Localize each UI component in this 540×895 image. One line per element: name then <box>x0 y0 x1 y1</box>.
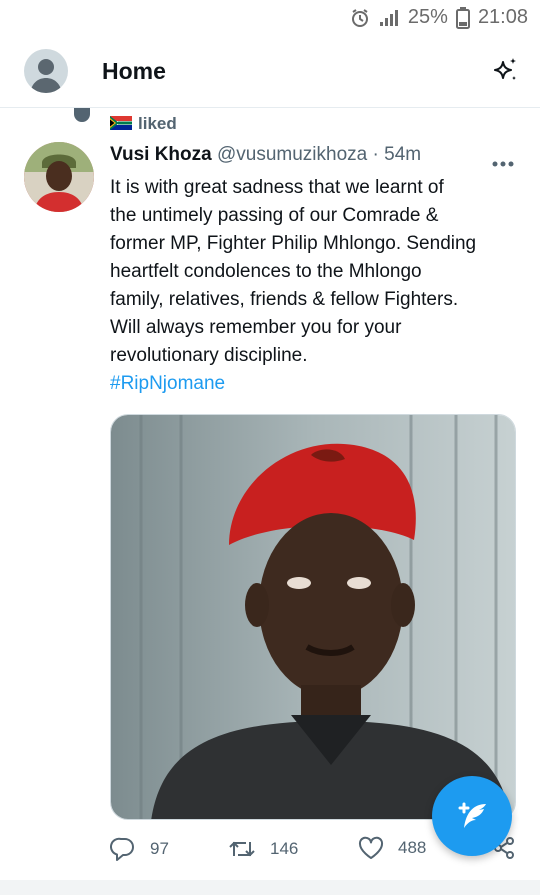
app-header: Home <box>0 36 540 108</box>
social-context: liked <box>0 108 540 140</box>
heart-icon <box>358 836 384 859</box>
retweet-count: 146 <box>270 839 299 858</box>
page-title: Home <box>102 58 166 84</box>
tweet-text-line: Will always remember you for your <box>110 317 402 338</box>
clock: 21:08 <box>477 6 528 28</box>
reply-icon <box>110 837 134 861</box>
battery-percent: 25% <box>407 6 448 28</box>
tweet-text-line: heartfelt condolences to the Mhlongo <box>110 261 422 282</box>
tweet-text-line: the untimely passing of our Comrade & <box>110 205 439 226</box>
like-button[interactable]: 488 <box>358 836 426 860</box>
alarm-icon <box>350 8 370 28</box>
partial-avatar-icon <box>72 108 92 129</box>
south-africa-flag-icon <box>110 116 132 130</box>
author-name[interactable]: Vusi Khoza <box>110 144 212 165</box>
signal-icon <box>378 8 400 28</box>
tweet-time[interactable]: 54m <box>384 144 421 165</box>
more-options-icon[interactable] <box>492 154 514 172</box>
avatar[interactable] <box>24 49 68 93</box>
reply-count: 97 <box>150 839 169 858</box>
liked-label: liked <box>138 114 177 133</box>
compose-feather-icon <box>458 802 486 828</box>
reply-button[interactable]: 97 <box>110 836 169 862</box>
separator-dot: · <box>372 144 379 165</box>
battery-icon <box>455 6 470 29</box>
compose-tweet-button[interactable] <box>432 776 512 856</box>
tweet-text-line: family, relatives, friends & fellow Figh… <box>110 289 459 310</box>
author-avatar[interactable] <box>24 142 94 212</box>
retweet-button[interactable]: 146 <box>228 836 298 862</box>
tweet-header: Vusi Khoza @vusumuzikhoza · 54m <box>110 144 421 166</box>
tweet-text: It is with great sadness that we learnt … <box>110 174 520 398</box>
tweet-media-image[interactable] <box>110 414 516 820</box>
sparkle-icon[interactable] <box>490 56 520 91</box>
like-count: 488 <box>398 838 427 857</box>
tweet-text-line: It is with great sadness that we learnt … <box>110 177 444 198</box>
status-bar: 25% 21:08 <box>0 0 540 36</box>
tweet-text-line: revolutionary discipline. <box>110 345 308 366</box>
author-handle[interactable]: @vusumuzikhoza <box>217 144 367 165</box>
hashtag-link[interactable]: #RipNjomane <box>110 370 520 398</box>
feed-divider <box>0 880 540 895</box>
retweet-icon <box>229 841 255 857</box>
tweet-text-line: former MP, Fighter Philip Mhlongo. Sendi… <box>110 233 477 254</box>
